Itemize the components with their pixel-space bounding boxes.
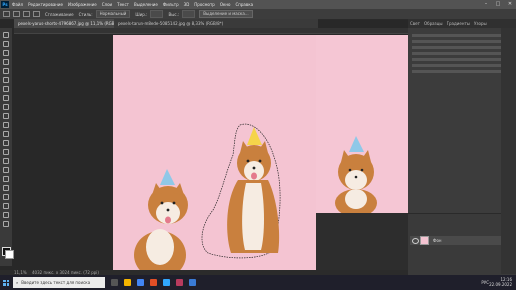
close-button[interactable]: ✕ xyxy=(504,0,516,9)
photoshop-logo-icon: Ps xyxy=(1,1,9,8)
style-select[interactable]: Нормальный xyxy=(95,10,131,18)
layer-name: Фон xyxy=(433,238,442,243)
menu-layers[interactable]: Слои xyxy=(102,2,112,7)
crop-tool-icon[interactable] xyxy=(3,68,9,74)
panel-row xyxy=(412,46,512,49)
panel-dock-strip xyxy=(501,28,516,274)
minimize-button[interactable]: – xyxy=(480,0,492,9)
healing-tool-icon[interactable] xyxy=(3,95,9,101)
tools-panel xyxy=(0,28,14,266)
lasso-tool-icon[interactable] xyxy=(3,11,10,17)
add-selection-icon[interactable] xyxy=(23,11,30,17)
panel-tabs: Свет Образцы Градиенты Узоры xyxy=(408,19,516,28)
menu-view[interactable]: Просмотр xyxy=(194,2,215,7)
select-and-mask-button[interactable]: Выделение и маска... xyxy=(199,10,253,18)
app-icon[interactable] xyxy=(176,279,183,286)
taskbar-search[interactable]: ⌕ Введите здесь текст для поиска xyxy=(13,277,105,288)
workspace-empty-area xyxy=(316,213,408,274)
panel-row xyxy=(412,64,512,67)
windows-start-icon[interactable] xyxy=(3,279,9,286)
tab-patterns[interactable]: Узоры xyxy=(472,19,489,28)
blur-tool-icon[interactable] xyxy=(3,149,9,155)
menu-type[interactable]: Текст xyxy=(117,2,129,7)
path-select-tool-icon[interactable] xyxy=(3,185,9,191)
eyedropper-tool-icon[interactable] xyxy=(3,86,9,92)
height-field[interactable] xyxy=(182,10,196,18)
width-label: Шир.: xyxy=(135,11,148,17)
clock[interactable]: 12:16 22.09.2022 xyxy=(489,277,512,287)
maximize-button[interactable]: □ xyxy=(492,0,504,9)
history-brush-tool-icon[interactable] xyxy=(3,122,9,128)
lasso-tool-icon[interactable] xyxy=(3,50,9,56)
search-placeholder: Введите здесь текст для поиска xyxy=(21,280,91,285)
new-selection-icon[interactable] xyxy=(13,11,20,17)
menu-file[interactable]: Файл xyxy=(12,2,23,7)
more-tools-icon[interactable] xyxy=(3,221,9,227)
window-controls: – □ ✕ xyxy=(480,0,516,9)
browser-icon[interactable] xyxy=(137,279,144,286)
frame-tool-icon[interactable] xyxy=(3,77,9,83)
menu-bar: Ps Файл Редактирование Изображение Слои … xyxy=(0,0,516,9)
menu-help[interactable]: Справка xyxy=(235,2,253,7)
app-icon[interactable] xyxy=(150,279,157,286)
search-icon: ⌕ xyxy=(16,280,19,285)
tab-document-2[interactable]: pexels-tarun-m8ede-5085142.jpg @ 8,33% (… xyxy=(114,19,318,28)
document-canvas-1[interactable] xyxy=(113,35,316,274)
layer-row[interactable]: Фон xyxy=(410,236,514,245)
background-color-swatch[interactable] xyxy=(5,250,14,259)
smoothing-label[interactable]: Сглаживание xyxy=(45,12,74,17)
dogs-photo xyxy=(113,35,316,274)
tab-light[interactable]: Свет xyxy=(408,19,422,28)
style-label: Стиль: xyxy=(78,11,93,17)
menu-filter[interactable]: Фильтр xyxy=(163,2,179,7)
type-tool-icon[interactable] xyxy=(3,176,9,182)
panel-row xyxy=(412,34,512,37)
menu-edit[interactable]: Редактирование xyxy=(28,2,63,7)
ruler xyxy=(14,28,468,34)
tab-document-1[interactable]: pexels-yarus-shorts-4796867.jpg @ 11,1% … xyxy=(14,19,120,28)
width-field[interactable] xyxy=(150,10,164,18)
move-tool-icon[interactable] xyxy=(3,32,9,38)
dodge-tool-icon[interactable] xyxy=(3,158,9,164)
panel-row xyxy=(412,58,512,61)
zoom-tool-icon[interactable] xyxy=(3,212,9,218)
quick-select-tool-icon[interactable] xyxy=(3,59,9,65)
tab-gradients[interactable]: Градиенты xyxy=(445,19,472,28)
stamp-tool-icon[interactable] xyxy=(3,113,9,119)
brush-tool-icon[interactable] xyxy=(3,104,9,110)
photoshop-taskbar-icon[interactable] xyxy=(163,279,170,286)
file-explorer-icon[interactable] xyxy=(124,279,131,286)
marquee-tool-icon[interactable] xyxy=(3,41,9,47)
menu-image[interactable]: Изображение xyxy=(68,2,97,7)
menu-3d[interactable]: 3D xyxy=(184,2,190,7)
shape-tool-icon[interactable] xyxy=(3,194,9,200)
menu-select[interactable]: Выделение xyxy=(134,2,158,7)
panel-row xyxy=(412,40,512,43)
task-view-icon[interactable] xyxy=(111,279,118,286)
tab-swatches[interactable]: Образцы xyxy=(422,19,445,28)
pen-tool-icon[interactable] xyxy=(3,167,9,173)
subtract-selection-icon[interactable] xyxy=(33,11,40,17)
panel-row xyxy=(412,70,512,73)
gradient-tool-icon[interactable] xyxy=(3,140,9,146)
eraser-tool-icon[interactable] xyxy=(3,131,9,137)
layer-thumbnail xyxy=(420,236,429,245)
language-indicator[interactable]: РУС xyxy=(481,280,489,285)
height-label: Выс.: xyxy=(168,11,180,17)
app-icon[interactable] xyxy=(189,279,196,286)
panel-row xyxy=(412,52,512,55)
windows-taskbar: ⌕ Введите здесь текст для поиска РУС 12:… xyxy=(0,275,516,290)
menu-window[interactable]: Окно xyxy=(220,2,231,7)
hand-tool-icon[interactable] xyxy=(3,203,9,209)
eye-icon[interactable] xyxy=(412,238,419,244)
clock-date: 22.09.2022 xyxy=(489,282,512,287)
